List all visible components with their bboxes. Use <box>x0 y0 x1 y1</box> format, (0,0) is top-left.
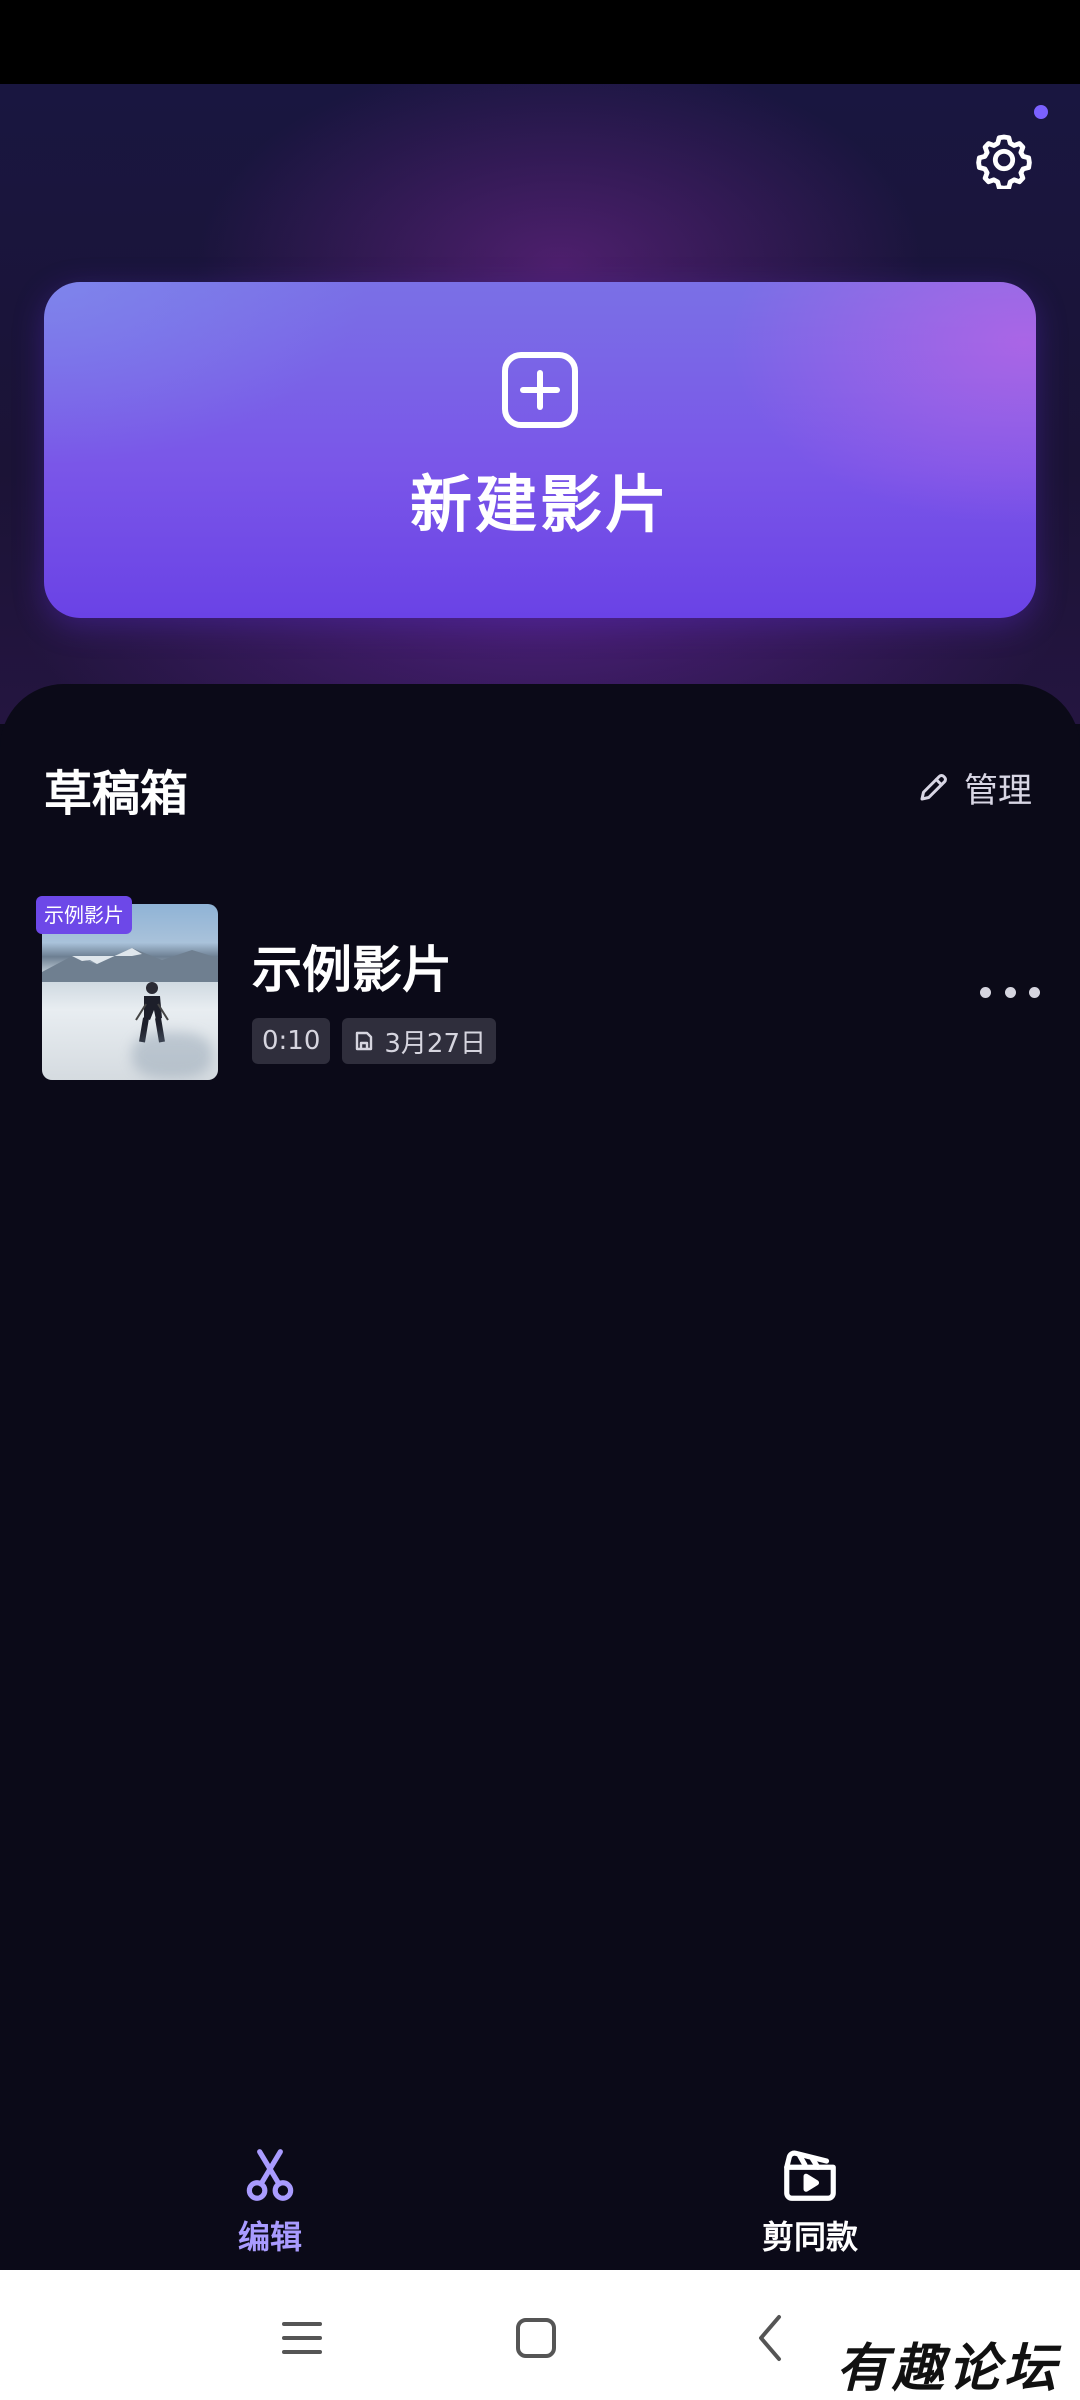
duration-chip: 0:10 <box>252 1018 331 1064</box>
menu-icon <box>282 2322 322 2354</box>
square-icon <box>516 2318 556 2358</box>
draft-item[interactable]: 示例影片 示例影片 0:10 3月27日 <box>36 896 1040 1082</box>
back-chevron-icon <box>759 2315 781 2361</box>
manage-button[interactable]: 管理 <box>916 764 1032 811</box>
manage-label: 管理 <box>964 770 1032 811</box>
tab-template[interactable]: 剪同款 <box>710 2144 910 2258</box>
drafts-panel: 草稿箱 管理 示例影片 示例影片 0:10 3月27日 <box>0 684 1080 2270</box>
scissors-icon <box>246 2149 294 2201</box>
notification-dot <box>1034 105 1048 119</box>
bottom-tab-bar: 编辑 剪同款 <box>0 2120 1080 2270</box>
more-horizontal-icon <box>1029 986 1040 998</box>
recents-button[interactable] <box>272 2308 332 2368</box>
draft-name: 示例影片 <box>252 941 452 999</box>
status-bar <box>0 0 1080 84</box>
duration-text: 0:10 <box>262 1026 321 1056</box>
back-button[interactable] <box>740 2308 800 2368</box>
system-nav-bar: 有趣论坛 <box>0 2270 1080 2400</box>
new-project-label: 新建影片 <box>409 468 670 541</box>
draft-meta: 0:10 3月27日 <box>252 1018 497 1064</box>
tab-edit[interactable]: 编辑 <box>170 2144 370 2258</box>
more-options-button[interactable] <box>980 972 1040 1012</box>
more-horizontal-icon <box>1004 986 1016 998</box>
plus-square-icon <box>502 352 578 428</box>
tab-edit-label: 编辑 <box>237 2218 302 2256</box>
drafts-title: 草稿箱 <box>44 766 189 822</box>
snow-spray <box>132 1032 212 1078</box>
save-icon <box>356 1031 373 1051</box>
clapperboard-icon <box>784 2150 836 2201</box>
mountain-scenery <box>42 948 218 982</box>
settings-button[interactable] <box>972 128 1036 192</box>
date-chip: 3月27日 <box>342 1018 497 1064</box>
gear-icon <box>976 134 1032 189</box>
home-button[interactable] <box>506 2308 566 2368</box>
more-horizontal-icon <box>980 986 991 998</box>
pencil-icon <box>920 774 947 801</box>
tab-template-label: 剪同款 <box>761 2218 858 2256</box>
sample-badge: 示例影片 <box>36 896 132 934</box>
watermark: 有趣论坛 <box>836 2338 1061 2399</box>
date-text: 3月27日 <box>384 1028 487 1059</box>
new-project-button[interactable]: 新建影片 <box>44 282 1036 618</box>
